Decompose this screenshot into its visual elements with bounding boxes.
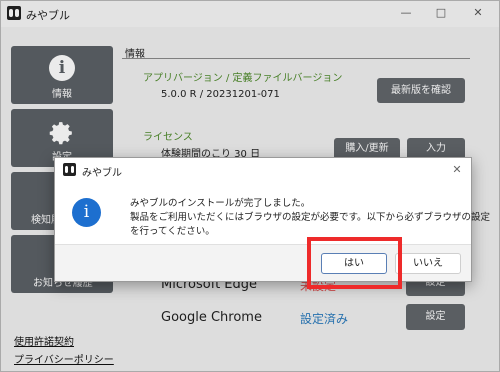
dialog-message-line: みやブルのインストールが完了しました。 [130,198,311,209]
no-button[interactable]: いいえ [395,253,461,274]
app-logo-icon [63,163,76,176]
dialog-title-bar: みやブル ✕ [55,158,471,182]
close-icon[interactable]: ✕ [448,162,466,178]
dialog-message-line: を行ってください。 [130,226,215,237]
highlight-box [307,237,402,289]
dialog-title: みやブル [82,168,122,179]
dialog-message-line: 製品をご利用いただくにはブラウザの設定が必要です。以下から必ずブラウザの設定 [130,212,491,223]
info-icon: i [72,198,101,227]
install-complete-dialog: みやブル ✕ i みやブルのインストールが完了しました。 製品をご利用いただくに… [54,157,490,282]
dialog-footer: はい いいえ [55,244,471,281]
